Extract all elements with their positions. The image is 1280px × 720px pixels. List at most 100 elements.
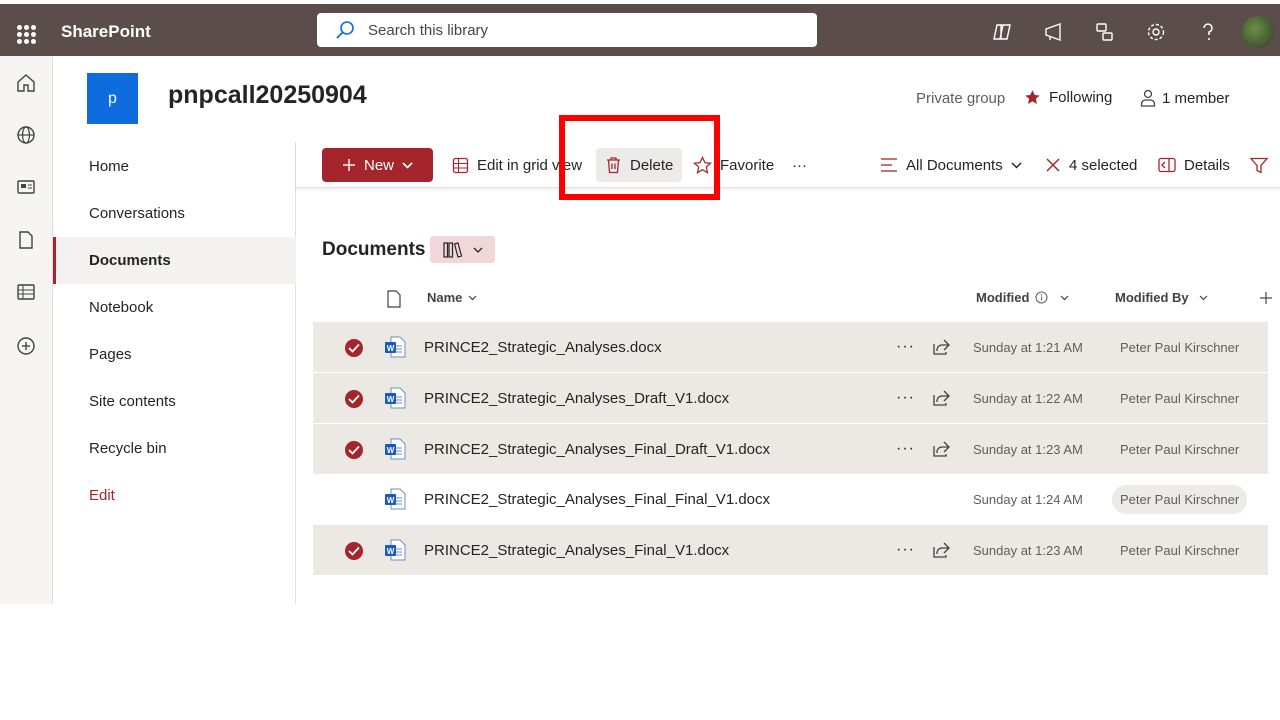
modified-by[interactable]: Peter Paul Kirschner (1120, 543, 1239, 558)
word-file-icon: W (385, 438, 406, 460)
file-name[interactable]: PRINCE2_Strategic_Analyses_Final_Final_V… (424, 491, 770, 508)
library-view-switcher[interactable] (430, 236, 495, 263)
file-icon[interactable] (15, 229, 37, 251)
file-name[interactable]: PRINCE2_Strategic_Analyses_Draft_V1.docx (424, 390, 729, 407)
grid-icon (452, 157, 469, 173)
modified-by[interactable]: Peter Paul Kirschner (1112, 485, 1248, 514)
nav-label: Notebook (89, 299, 154, 316)
library-title: Documents (322, 239, 426, 260)
modified-by[interactable]: Peter Paul Kirschner (1120, 442, 1239, 457)
row-more-button[interactable]: ··· (896, 338, 915, 356)
column-header-modified-by[interactable]: Modified By (1115, 290, 1208, 305)
more-actions-button[interactable]: ··· (792, 148, 807, 182)
checked-icon[interactable] (345, 390, 363, 408)
column-name-label: Name (427, 290, 463, 305)
add-column-icon[interactable] (1260, 292, 1272, 304)
word-file-icon: W (385, 336, 406, 358)
file-name[interactable]: PRINCE2_Strategic_Analyses_Final_V1.docx (424, 542, 729, 559)
share-icon[interactable] (931, 388, 951, 408)
more-icon: ··· (792, 156, 807, 174)
table-row[interactable]: W PRINCE2_Strategic_Analyses_Final_V1.do… (313, 525, 1268, 575)
copilot-icon[interactable] (991, 21, 1013, 43)
modified-date: Sunday at 1:21 AM (973, 340, 1083, 355)
row-more-button[interactable]: ··· (896, 541, 915, 559)
share-icon[interactable] (931, 337, 951, 357)
file-type-column-icon[interactable] (386, 290, 402, 308)
site-title[interactable]: pnpcall20250904 (168, 81, 367, 110)
file-name[interactable]: PRINCE2_Strategic_Analyses_Final_Draft_V… (424, 441, 770, 458)
modified-by[interactable]: Peter Paul Kirschner (1120, 340, 1239, 355)
svg-text:W: W (387, 496, 395, 505)
home-icon[interactable] (15, 72, 37, 94)
close-icon (1046, 158, 1060, 172)
suite-bar: SharePoint Search this library (0, 0, 1280, 56)
checked-icon[interactable] (345, 339, 363, 357)
share-icon[interactable] (931, 439, 951, 459)
app-name[interactable]: SharePoint (61, 22, 151, 42)
svg-text:W: W (387, 547, 395, 556)
info-icon (1035, 291, 1048, 304)
chevron-down-icon (1011, 161, 1022, 169)
nav-item-edit[interactable]: Edit (53, 472, 296, 519)
modified-date: Sunday at 1:24 AM (973, 492, 1083, 507)
table-row[interactable]: W PRINCE2_Strategic_Analyses_Draft_V1.do… (313, 373, 1268, 423)
nav-item-pages[interactable]: Pages (53, 331, 296, 378)
modified-by[interactable]: Peter Paul Kirschner (1120, 391, 1239, 406)
following-button[interactable]: Following (1024, 89, 1112, 106)
table-row[interactable]: W PRINCE2_Strategic_Analyses_Final_Draft… (313, 424, 1268, 474)
word-file-icon: W (385, 539, 406, 561)
row-more-button[interactable]: ··· (896, 389, 915, 407)
library-books-icon (442, 241, 462, 258)
star-filled-icon (1025, 90, 1040, 104)
nav-item-site-contents[interactable]: Site contents (53, 378, 296, 425)
clear-selection-button[interactable]: 4 selected (1045, 148, 1137, 182)
feedback-icon[interactable] (1094, 21, 1116, 43)
view-selector[interactable]: All Documents (880, 148, 1022, 182)
add-circle-icon[interactable] (15, 335, 37, 357)
new-button[interactable]: New (322, 148, 433, 182)
nav-label: Site contents (89, 393, 176, 410)
nav-item-notebook[interactable]: Notebook (53, 284, 296, 331)
privacy-label: Private group (916, 90, 1006, 107)
column-modified-label: Modified (976, 290, 1030, 305)
svg-text:W: W (387, 344, 395, 353)
table-row[interactable]: W PRINCE2_Strategic_Analyses_Final_Final… (313, 474, 1268, 524)
checked-icon[interactable] (345, 441, 363, 459)
members-button[interactable]: 1 member (1140, 89, 1230, 107)
highlight-box (559, 115, 720, 200)
nav-item-conversations[interactable]: Conversations (53, 190, 296, 237)
file-name[interactable]: PRINCE2_Strategic_Analyses.docx (424, 339, 662, 356)
megaphone-icon[interactable] (1043, 21, 1065, 43)
search-box[interactable]: Search this library (317, 13, 817, 47)
column-header-name[interactable]: Name (427, 290, 477, 305)
share-icon[interactable] (931, 540, 951, 560)
chevron-down-icon (1199, 295, 1208, 300)
news-icon[interactable] (15, 176, 37, 198)
selected-count-label: 4 selected (1069, 156, 1138, 174)
row-more-button[interactable]: ··· (896, 440, 915, 458)
word-file-icon: W (385, 387, 406, 409)
modified-date: Sunday at 1:22 AM (973, 391, 1083, 406)
checked-icon[interactable] (345, 542, 363, 560)
search-input[interactable]: Search this library (368, 22, 488, 39)
details-pane-icon (1158, 157, 1176, 173)
globe-icon[interactable] (15, 124, 37, 146)
table-row[interactable]: W PRINCE2_Strategic_Analyses.docx ··· Su… (313, 322, 1268, 372)
app-rail (0, 56, 53, 604)
details-button[interactable]: Details (1158, 148, 1230, 182)
avatar[interactable] (1242, 16, 1274, 48)
site-navigation: Home Conversations Documents Notebook Pa… (53, 142, 296, 604)
site-logo[interactable]: p (87, 73, 138, 124)
column-header-modified[interactable]: Modified (976, 290, 1069, 305)
following-label: Following (1049, 89, 1113, 106)
filter-button[interactable] (1250, 148, 1268, 182)
list-icon[interactable] (15, 281, 37, 303)
nav-item-documents[interactable]: Documents (53, 237, 296, 284)
view-lines-icon (881, 158, 897, 172)
nav-item-recycle-bin[interactable]: Recycle bin (53, 425, 296, 472)
nav-item-home[interactable]: Home (53, 143, 296, 190)
nav-label: Documents (89, 252, 171, 269)
app-launcher-icon[interactable] (17, 25, 36, 44)
gear-icon[interactable] (1145, 21, 1167, 43)
help-icon[interactable] (1197, 21, 1219, 43)
